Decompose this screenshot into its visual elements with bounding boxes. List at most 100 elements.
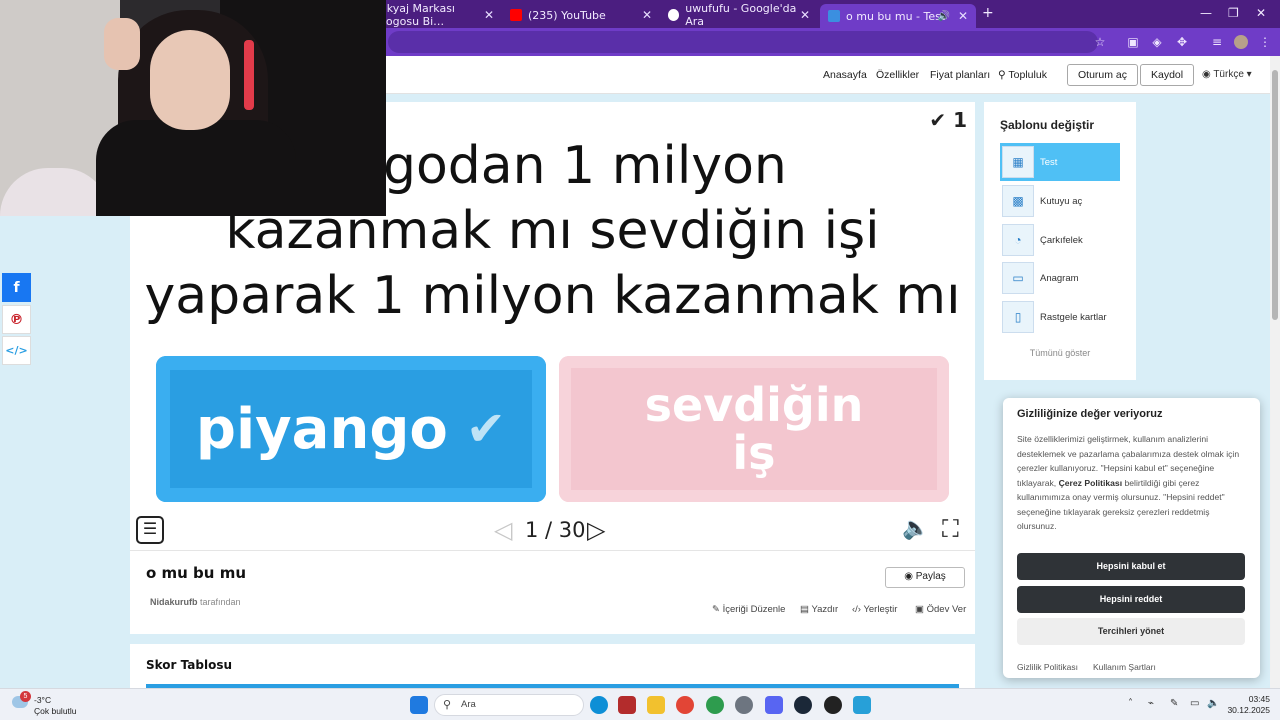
menu-dots-icon[interactable]: ⋮	[1258, 35, 1272, 49]
template-random-cards[interactable]: ▯ Rastgele kartlar	[1000, 298, 1120, 336]
windows-start-icon[interactable]	[410, 696, 428, 714]
search-placeholder: Ara	[461, 699, 476, 710]
template-test[interactable]: ▦ Test	[1000, 143, 1120, 181]
author-name[interactable]: Nidakurufb	[150, 597, 198, 607]
template-open-box[interactable]: ▩ Kutuyu aç	[1000, 182, 1120, 220]
pinterest-share-button[interactable]: ℗	[2, 305, 31, 334]
menu-icon[interactable]: ☰	[136, 516, 164, 544]
template-wheel[interactable]: ◔ Çarkıfelek	[1000, 221, 1120, 259]
minimize-icon[interactable]: —	[1200, 6, 1212, 20]
webcam-headphones	[244, 40, 254, 110]
media-icon[interactable]: ≡	[1210, 35, 1224, 49]
scroll-thumb[interactable]	[1272, 70, 1278, 320]
settings-icon[interactable]	[735, 696, 753, 714]
extension-icon[interactable]: ▣	[1126, 35, 1140, 49]
manage-preferences-button[interactable]: Tercihleri yönet	[1017, 618, 1245, 645]
tab-title: uwufufu - Google'da Ara	[685, 2, 797, 28]
share-button[interactable]: ◉ Paylaş	[885, 567, 965, 588]
leaderboard-title: Skor Tablosu	[146, 658, 233, 672]
browser-tab-active[interactable]: o mu bu mu - Test 🔊 ✕	[820, 4, 976, 28]
accept-all-button[interactable]: Hepsini kabul et	[1017, 553, 1245, 580]
template-anagram[interactable]: ▭ Anagram	[1000, 259, 1120, 297]
previous-icon[interactable]: ◁	[494, 516, 512, 544]
cards-template-icon: ▯	[1002, 301, 1034, 333]
chrome-profile-icon[interactable]	[706, 696, 724, 714]
display-icon[interactable]: ▭	[1190, 698, 1199, 709]
chevron-up-icon[interactable]: ˄	[1128, 698, 1133, 709]
edit-label: İçeriği Düzenle	[722, 604, 786, 615]
puzzle-icon[interactable]: ✥	[1175, 35, 1189, 49]
answer-label: iş	[732, 426, 776, 480]
language-select[interactable]: ◉ Türkçe ▾	[1202, 69, 1252, 80]
edit-content-link[interactable]: ✎ İçeriği Düzenle	[712, 604, 785, 615]
nav-home[interactable]: Anasayfa	[823, 69, 867, 81]
chrome-icon[interactable]	[676, 696, 694, 714]
bookmark-star-icon[interactable]: ☆	[1093, 35, 1107, 49]
assign-link[interactable]: ▣ Ödev Ver	[915, 604, 966, 615]
embed-share-button[interactable]: </>	[2, 336, 31, 365]
webcam-person-face	[150, 30, 230, 130]
language-label: Türkçe	[1213, 69, 1244, 80]
answer-option-correct[interactable]: piyango ✔	[156, 356, 546, 502]
next-icon[interactable]: ▷	[587, 516, 605, 544]
app-icon[interactable]	[618, 696, 636, 714]
template-label: Anagram	[1040, 272, 1079, 284]
sound-icon[interactable]: 🔈	[902, 516, 929, 541]
nav-pricing[interactable]: Fiyat planları	[930, 69, 990, 81]
new-tab-icon[interactable]: +	[982, 5, 994, 21]
discord-icon[interactable]	[765, 696, 783, 714]
embed-link[interactable]: ‹/› Yerleştir	[852, 604, 897, 615]
close-icon[interactable]: ✕	[800, 8, 810, 22]
steam-icon[interactable]	[794, 696, 812, 714]
score-counter: ✔ 1	[929, 108, 967, 132]
volume-icon[interactable]: 🔈	[1207, 698, 1219, 709]
notepad-icon[interactable]	[853, 696, 871, 714]
terms-link[interactable]: Kullanım Şartları	[1093, 662, 1156, 672]
show-all-link[interactable]: Tümünü göster	[984, 348, 1136, 358]
template-label: Rastgele kartlar	[1040, 311, 1107, 323]
search-icon: ⚲	[998, 69, 1009, 81]
browser-tab[interactable]: uwufufu - Google'da Ara ✕	[660, 2, 818, 28]
obs-icon[interactable]	[824, 696, 842, 714]
profile-avatar[interactable]	[1234, 35, 1248, 49]
network-icon[interactable]: ⌁	[1148, 698, 1154, 709]
restore-icon[interactable]: ❐	[1228, 6, 1239, 20]
window-close-icon[interactable]: ✕	[1256, 6, 1266, 20]
privacy-policy-link[interactable]: Gizlilik Politikası	[1017, 662, 1078, 672]
template-panel-title: Şablonu değiştir	[1000, 118, 1095, 132]
edge-icon[interactable]	[590, 696, 608, 714]
cookie-policy-link[interactable]: Çerez Politikası	[1059, 478, 1123, 488]
webcam-person-body	[96, 120, 296, 216]
clock-time: 03:45	[1248, 694, 1270, 704]
taskbar-search[interactable]: ⚲ Ara	[434, 694, 584, 716]
browser-tab[interactable]: (235) YouTube ✕	[502, 4, 660, 26]
assign-label: Ödev Ver	[926, 604, 967, 615]
nav-features[interactable]: Özellikler	[876, 69, 919, 81]
fullscreen-icon[interactable]: ⛶	[942, 515, 959, 543]
close-icon[interactable]: ✕	[958, 9, 968, 23]
page-scrollbar[interactable]	[1270, 56, 1280, 688]
nav-community[interactable]: ⚲ Topluluk	[998, 69, 1047, 81]
url-field[interactable]	[388, 31, 1098, 53]
wordwall-icon	[828, 10, 840, 22]
close-icon[interactable]: ✕	[484, 8, 494, 22]
login-button[interactable]: Oturum aç	[1067, 64, 1139, 86]
answer-option[interactable]: sevdiğin iş	[559, 356, 949, 502]
reject-all-button[interactable]: Hepsini reddet	[1017, 586, 1245, 613]
file-explorer-icon[interactable]	[647, 696, 665, 714]
quiz-template-icon: ▦	[1002, 146, 1034, 178]
speaker-icon[interactable]: 🔊	[938, 11, 950, 22]
pen-icon[interactable]: ✎	[1170, 698, 1178, 709]
facebook-share-button[interactable]: f	[2, 273, 31, 302]
clock[interactable]: 03:45 30.12.2025	[1224, 694, 1270, 716]
leaderboard-panel: Skor Tablosu	[130, 644, 975, 688]
assignment-icon: ▣	[915, 604, 927, 615]
google-icon	[668, 9, 680, 21]
extension-icon[interactable]: ◈	[1150, 35, 1164, 49]
close-icon[interactable]: ✕	[642, 8, 652, 22]
print-label: Yazdır	[811, 604, 839, 615]
clock-date: 30.12.2025	[1227, 705, 1270, 715]
print-link[interactable]: ▤ Yazdır	[800, 604, 838, 615]
browser-tab[interactable]: akyaj Markası Logosu Bi… ✕	[372, 2, 502, 28]
signup-button[interactable]: Kaydol	[1140, 64, 1195, 86]
